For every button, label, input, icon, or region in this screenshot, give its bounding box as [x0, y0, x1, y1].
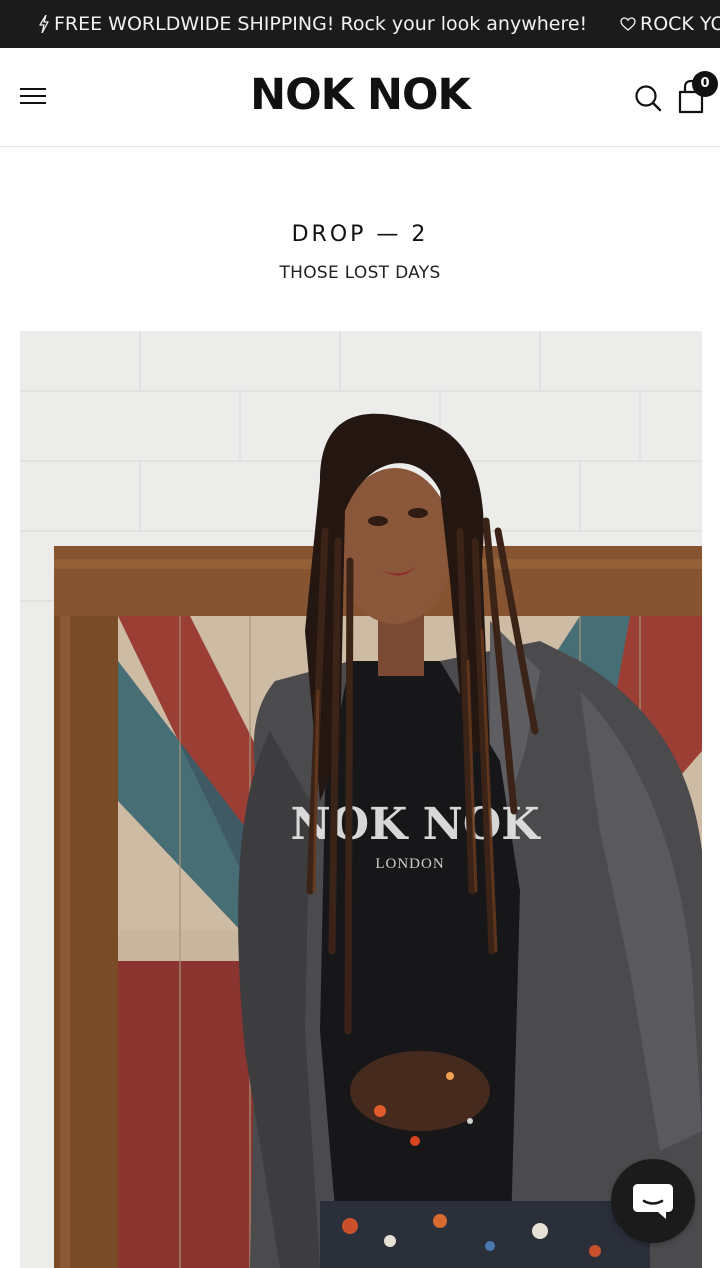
- announcement-text-next: ROCK YO: [640, 13, 720, 35]
- hero-photo: NOK NOK LONDON: [20, 331, 702, 1268]
- announcement-bar: FREE WORLDWIDE SHIPPING! Rock your look …: [0, 0, 720, 48]
- announcement-text: FREE WORLDWIDE SHIPPING! Rock your look …: [54, 13, 588, 35]
- site-logo[interactable]: NOK NOK: [250, 70, 471, 120]
- announcement-message[interactable]: FREE WORLDWIDE SHIPPING! Rock your look …: [38, 0, 587, 48]
- cart-count-badge[interactable]: 0: [692, 71, 718, 97]
- lightning-icon: [39, 15, 49, 33]
- shirt-print-text: NOK NOK: [291, 799, 542, 850]
- collection-title: DROP — 2: [291, 222, 429, 247]
- heart-icon: [620, 17, 636, 31]
- chat-button[interactable]: [611, 1159, 695, 1243]
- search-button[interactable]: [634, 84, 662, 112]
- search-icon: [635, 85, 662, 112]
- hamburger-menu-icon[interactable]: [20, 88, 46, 106]
- chat-bubble-icon: [633, 1184, 673, 1219]
- shirt-print-subtext: LONDON: [375, 856, 444, 872]
- site-header: NOK NOK: [0, 48, 720, 147]
- hero-image[interactable]: NOK NOK LONDON: [20, 331, 702, 1268]
- site-logo-wrapper: NOK NOK: [0, 70, 720, 120]
- collection-subtitle: THOSE LOST DAYS: [279, 263, 441, 283]
- announcement-message-next[interactable]: ROCK YO: [620, 0, 720, 48]
